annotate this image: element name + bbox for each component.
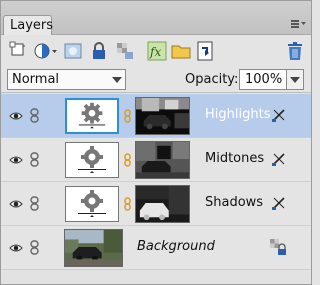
chevron-down-icon: [290, 77, 300, 83]
link-icon[interactable]: [30, 108, 39, 123]
opacity-value: 100%: [245, 72, 283, 87]
new-fill-adjustment-icon[interactable]: [33, 41, 59, 61]
visibility-eye-icon[interactable]: [9, 110, 23, 120]
layers-panel: Layers fx Normal Opacity: 100% Highlight…: [0, 0, 312, 285]
layer-row-shadows[interactable]: Shadows: [1, 182, 311, 226]
layer-row-midtones[interactable]: Midtones: [1, 138, 311, 182]
layer-row-background[interactable]: Background: [1, 226, 311, 270]
edit-adjustment-icon[interactable]: [271, 195, 287, 211]
clipping-mask-icon[interactable]: [195, 41, 215, 61]
visibility-eye-icon[interactable]: [9, 198, 23, 208]
background-thumbnail[interactable]: [64, 229, 123, 267]
new-group-icon[interactable]: [171, 41, 191, 61]
panel-titlebar: Layers: [1, 1, 311, 36]
adjustment-thumbnail[interactable]: [65, 142, 119, 178]
lock-transparent-icon[interactable]: [115, 41, 135, 61]
adjustment-thumbnail[interactable]: [65, 98, 119, 134]
link-icon[interactable]: [30, 240, 39, 255]
layer-row-highlights[interactable]: Highlights: [1, 94, 311, 138]
opacity-input[interactable]: 100%: [239, 69, 287, 90]
link-icon[interactable]: [30, 196, 39, 211]
opacity-label: Opacity:: [185, 72, 239, 87]
layer-name[interactable]: Midtones: [205, 151, 264, 166]
svg-text:fx: fx: [149, 45, 161, 59]
blend-mode-select[interactable]: Normal: [7, 69, 126, 90]
mask-link-chain-icon[interactable]: [124, 197, 131, 211]
background-lock-icon[interactable]: [269, 238, 287, 256]
layers-list: Highlights Midtones Shadows Background: [1, 94, 311, 272]
tab-layers[interactable]: Layers: [3, 15, 54, 36]
lock-all-icon[interactable]: [89, 41, 109, 61]
new-layer-icon[interactable]: [9, 41, 29, 61]
layer-options-row: Normal Opacity: 100%: [1, 65, 311, 93]
link-icon[interactable]: [30, 152, 39, 167]
layer-name[interactable]: Shadows: [205, 195, 263, 210]
layers-toolbar: fx: [1, 35, 311, 65]
layer-style-fx-icon[interactable]: fx: [147, 41, 167, 61]
blend-mode-value: Normal: [12, 72, 60, 87]
edit-adjustment-icon[interactable]: [271, 151, 287, 167]
add-layer-mask-icon[interactable]: [63, 41, 83, 61]
edit-adjustment-icon[interactable]: [271, 107, 287, 123]
opacity-dropdown-button[interactable]: [286, 69, 304, 90]
mask-link-chain-icon[interactable]: [124, 109, 131, 123]
panel-menu-icon[interactable]: [291, 17, 307, 31]
layer-mask-thumbnail[interactable]: [135, 97, 190, 135]
layer-name[interactable]: Background: [137, 239, 215, 254]
tab-layers-label: Layers: [10, 18, 54, 33]
layer-mask-thumbnail[interactable]: [135, 141, 190, 179]
delete-layer-icon[interactable]: [285, 41, 305, 61]
visibility-eye-icon[interactable]: [9, 242, 23, 252]
layer-name[interactable]: Highlights: [205, 107, 270, 122]
layer-mask-thumbnail[interactable]: [135, 185, 190, 223]
visibility-eye-icon[interactable]: [9, 154, 23, 164]
chevron-down-icon: [112, 77, 122, 83]
mask-link-chain-icon[interactable]: [124, 153, 131, 167]
panel-resize-grip[interactable]: [141, 277, 171, 281]
adjustment-thumbnail[interactable]: [65, 186, 119, 222]
